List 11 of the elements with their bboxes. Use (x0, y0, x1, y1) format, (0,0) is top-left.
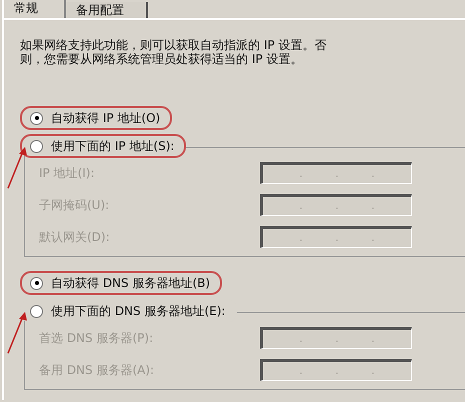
radio-option[interactable]: 使用下面的 IP 地址(S): (20, 134, 186, 158)
tab[interactable]: 备用配置 (66, 2, 148, 18)
tab[interactable]: 常规 (2, 0, 66, 18)
description-text: 如果网络支持此功能，则可以获取自动指派的 IP 设置。否则，您需要从网络系统管理员处获得适当的 IP 设置。 (20, 38, 328, 66)
radio-option[interactable]: 自动获得 IP 地址(O) (20, 106, 172, 130)
field-label: IP 地址(I): (39, 164, 96, 182)
field-label: 子网掩码(U): (39, 196, 110, 214)
radio-option[interactable]: 自动获得 DNS 服务器地址(B) (20, 271, 222, 295)
field-label: 默认网关(D): (39, 228, 111, 246)
field-label: 首选 DNS 服务器(P): (39, 330, 154, 346)
field-label: 备用 DNS 服务器(A): (39, 362, 156, 378)
